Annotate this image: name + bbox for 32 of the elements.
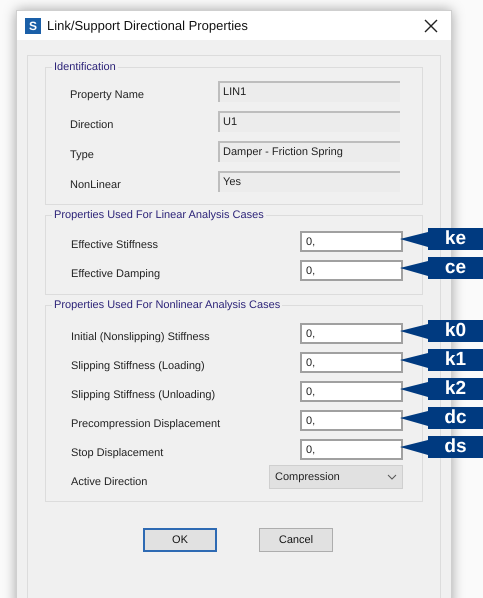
dropdown[interactable]: Compression [269,465,403,489]
readonly-field: LIN1 [218,80,400,102]
readonly-field: U1 [218,110,400,132]
input-field[interactable]: 0, [300,323,403,344]
input-field[interactable]: 0, [300,260,403,281]
dialog-button[interactable]: Cancel [259,528,333,552]
group-title: Properties Used For Linear Analysis Cases [52,207,266,224]
app-icon: S [25,18,41,34]
readonly-field: Yes [218,170,400,192]
field-label: Active Direction [71,474,148,490]
field-label: NonLinear [70,178,122,193]
field-label: Precompression Displacement [71,417,222,432]
field-label: Direction [70,118,114,133]
field-label: Initial (Nonslipping) Stiffness [71,330,211,346]
close-icon [424,18,438,32]
input-field[interactable]: 0, [300,231,403,252]
input-field[interactable]: 0, [300,381,403,402]
field-label: Type [70,148,95,163]
readonly-field: Damper - Friction Spring [218,140,400,162]
field-label: Slipping Stiffness (Unloading) [71,388,216,404]
field-label: Slipping Stiffness (Loading) [71,359,206,374]
input-field[interactable]: 0, [300,352,403,373]
chevron-down-icon [387,474,397,480]
group-title: Properties Used For Nonlinear Analysis Cases [52,297,282,314]
field-label: Effective Stiffness [71,238,160,254]
field-label: Stop Displacement [71,446,164,462]
field-label: Effective Damping [71,267,162,282]
input-field[interactable]: 0, [300,439,403,460]
window-title: Link/Support Directional Properties [47,16,248,35]
input-field[interactable]: 0, [300,410,403,431]
dialog-button[interactable]: OK [143,528,217,552]
field-label: Property Name [70,88,145,103]
